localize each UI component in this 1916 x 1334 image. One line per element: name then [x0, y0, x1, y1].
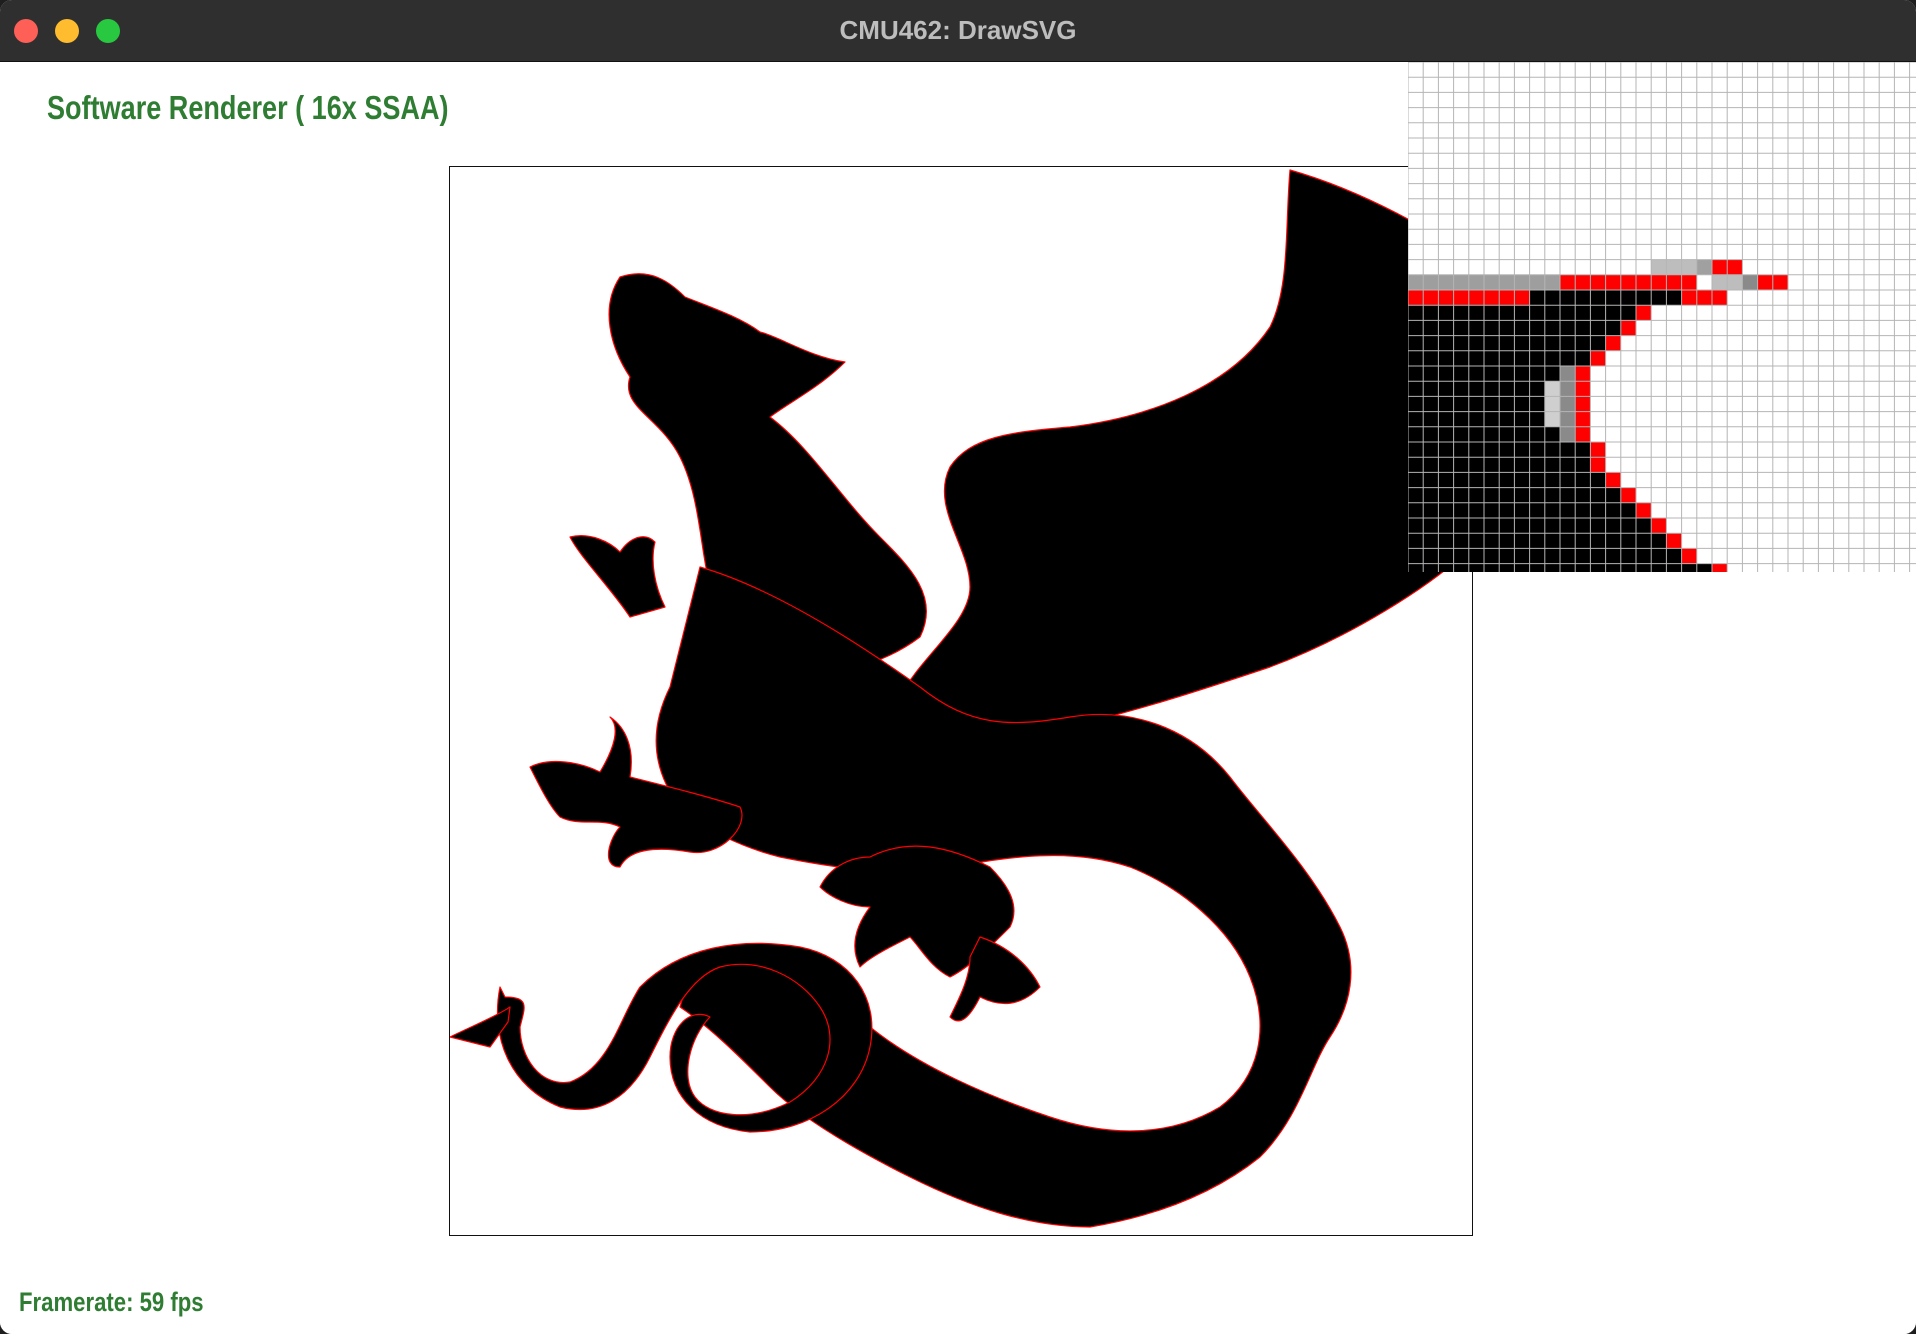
dragon-wing [893, 169, 1472, 745]
app-window: CMU462: DrawSVG Software Renderer ( 16x … [0, 0, 1916, 1334]
title-bar[interactable]: CMU462: DrawSVG [0, 0, 1916, 62]
pixel-grid [1408, 62, 1916, 572]
dragon-foreclaw-upper [569, 535, 666, 618]
dragon-drawing [450, 169, 1472, 1228]
framerate-readout: Framerate: 59 fps [19, 1287, 204, 1317]
window-title: CMU462: DrawSVG [839, 15, 1077, 45]
zoom-inspector [1408, 62, 1916, 572]
svg-canvas[interactable] [449, 166, 1473, 1236]
renderer-label: Software Renderer ( 16x SSAA) [47, 89, 449, 126]
render-viewport[interactable]: Software Renderer ( 16x SSAA) Framerate:… [0, 62, 1916, 1334]
